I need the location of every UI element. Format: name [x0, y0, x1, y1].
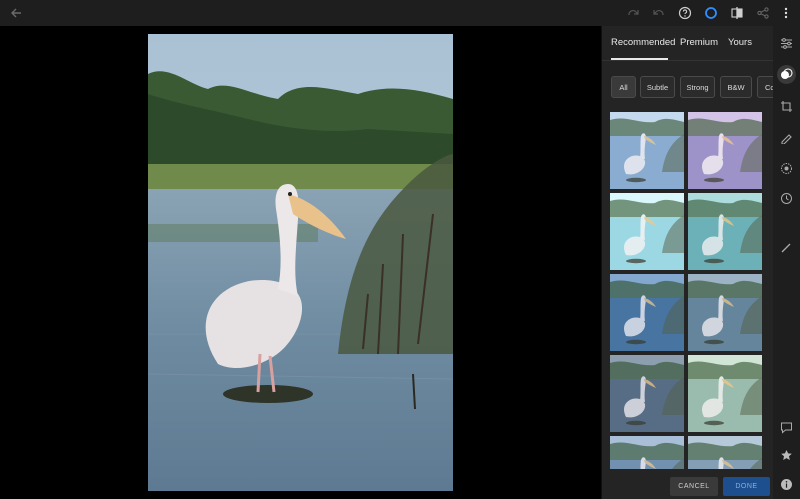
healing-brush-icon[interactable]: [777, 128, 796, 147]
preset-thumbnail[interactable]: [688, 436, 762, 469]
comment-icon[interactable]: [777, 418, 796, 437]
brush-icon[interactable]: [777, 238, 796, 257]
presets-panel: Recommended Premium Yours All Subtle Str…: [601, 26, 774, 499]
preset-thumbnail[interactable]: [610, 193, 684, 270]
preset-thumbnail[interactable]: [610, 436, 684, 469]
lightroom-app: Recommended Premium Yours All Subtle Str…: [0, 0, 800, 499]
cancel-button[interactable]: CANCEL: [670, 477, 718, 496]
tab-recommended[interactable]: Recommended: [611, 37, 675, 48]
chip-subtle[interactable]: Subtle: [640, 76, 675, 98]
crop-icon[interactable]: [777, 97, 796, 116]
preset-grid: [610, 112, 766, 469]
preset-thumbnail[interactable]: [688, 112, 762, 189]
tab-yours[interactable]: Yours: [728, 37, 752, 48]
tab-premium[interactable]: Premium: [680, 37, 718, 48]
edit-circle-icon[interactable]: [701, 3, 721, 23]
filter-chips: All Subtle Strong B&W Co: [602, 76, 774, 100]
preset-thumbnail[interactable]: [688, 355, 762, 432]
back-arrow-icon[interactable]: [6, 3, 26, 23]
preset-thumbnail[interactable]: [610, 112, 684, 189]
help-icon[interactable]: [675, 3, 695, 23]
tool-rail: [773, 26, 800, 499]
star-icon[interactable]: [777, 446, 796, 465]
redo-icon[interactable]: [623, 3, 643, 23]
selective-icon[interactable]: [777, 159, 796, 178]
chip-bw[interactable]: B&W: [720, 76, 752, 98]
compare-icon[interactable]: [727, 3, 747, 23]
image-canvas[interactable]: [0, 26, 601, 499]
preset-thumbnail[interactable]: [610, 355, 684, 432]
undo-icon[interactable]: [649, 3, 669, 23]
preset-thumbnail[interactable]: [688, 193, 762, 270]
preset-tabs: Recommended Premium Yours: [602, 26, 774, 61]
chip-all[interactable]: All: [611, 76, 636, 98]
more-icon[interactable]: [776, 3, 796, 23]
top-toolbar: [0, 0, 800, 26]
preset-thumbnail[interactable]: [688, 274, 762, 351]
chip-color[interactable]: Co: [757, 76, 774, 98]
tab-divider: [602, 60, 774, 61]
info-icon[interactable]: [777, 475, 796, 494]
presets-icon[interactable]: [777, 65, 796, 84]
adjust-sliders-icon[interactable]: [777, 34, 796, 53]
chip-strong[interactable]: Strong: [680, 76, 715, 98]
done-button[interactable]: DONE: [723, 477, 770, 496]
preset-thumbnail[interactable]: [610, 274, 684, 351]
history-icon[interactable]: [777, 189, 796, 208]
panel-footer: CANCEL DONE: [602, 475, 774, 499]
share-icon[interactable]: [753, 3, 773, 23]
pelican-photo[interactable]: [148, 34, 453, 491]
